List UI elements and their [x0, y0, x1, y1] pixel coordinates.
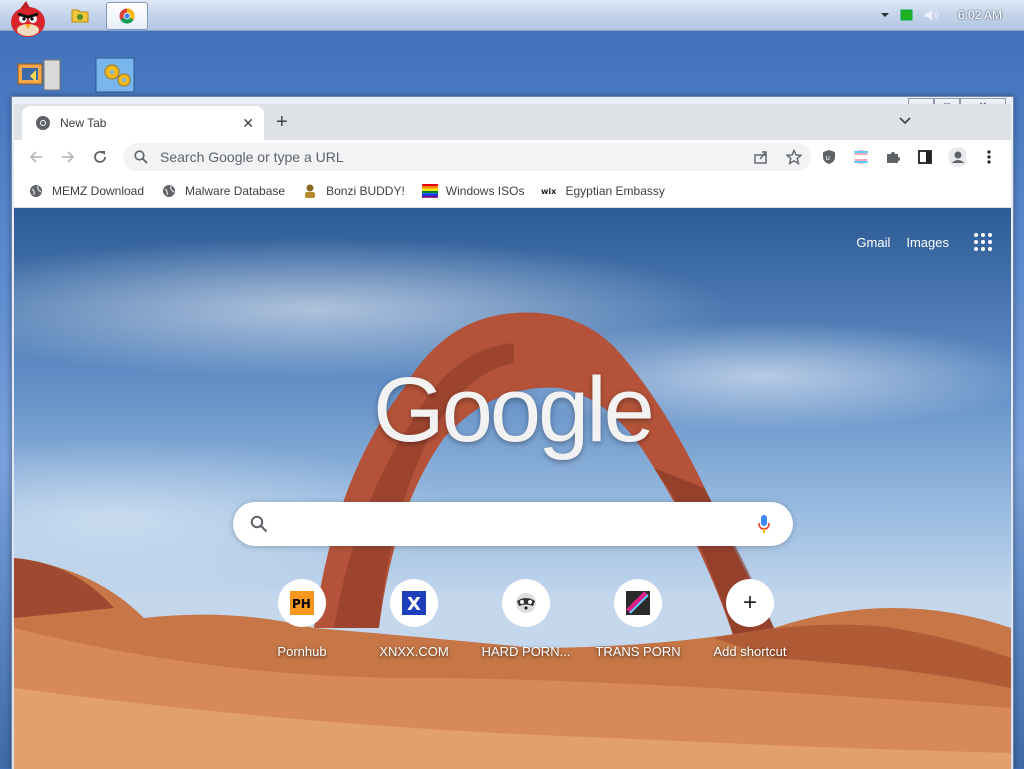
reload-icon[interactable] — [88, 145, 112, 169]
pornhub-icon: PH — [278, 579, 326, 627]
shortcut-add[interactable]: + Add shortcut — [694, 579, 806, 659]
images-link[interactable]: Images — [906, 235, 949, 250]
start-button-angry-bird-icon[interactable] — [4, 0, 50, 40]
omnibox[interactable] — [123, 143, 811, 171]
trans-porn-icon — [614, 579, 662, 627]
globe-icon — [28, 183, 44, 199]
back-arrow-icon[interactable] — [24, 145, 48, 169]
bonzi-icon — [302, 183, 318, 199]
computer-monitor-icon[interactable] — [16, 54, 64, 98]
bookmark-memz-download[interactable]: MEMZ Download — [28, 183, 144, 199]
volume-icon[interactable] — [924, 8, 940, 22]
chrome-icon — [36, 116, 50, 130]
tab-close-icon[interactable]: ✕ — [242, 115, 254, 132]
bookmark-egyptian-embassy[interactable]: wix Egyptian Embassy — [541, 183, 664, 199]
svg-text:X: X — [407, 594, 421, 615]
new-tab-page: Gmail Images Google PH Pornhub X XNXX.CO… — [14, 208, 1011, 769]
tab-search-chevron-icon[interactable] — [899, 114, 911, 128]
xnxx-icon: X — [390, 579, 438, 627]
svg-text:u: u — [826, 154, 830, 162]
share-icon[interactable] — [752, 148, 770, 166]
search-input[interactable] — [282, 514, 746, 534]
shortcut-pornhub[interactable]: PH Pornhub — [246, 579, 358, 659]
battery-icon[interactable] — [900, 9, 914, 21]
background-arch-image — [14, 312, 1011, 769]
menu-kebab-icon[interactable] — [980, 148, 998, 166]
search-icon — [134, 150, 148, 164]
ublock-shield-icon[interactable]: u — [820, 148, 838, 166]
top-right-links: Gmail Images — [840, 232, 993, 252]
taskbar-chrome-button[interactable] — [106, 2, 148, 30]
bookmark-star-icon[interactable] — [785, 148, 803, 166]
tab-new-tab[interactable]: New Tab ✕ — [22, 106, 264, 140]
globe-icon — [161, 183, 177, 199]
side-panel-icon[interactable] — [916, 148, 934, 166]
bookmark-bonzi-buddy[interactable]: Bonzi BUDDY! — [302, 183, 405, 199]
new-tab-button[interactable]: + — [276, 112, 288, 132]
system-tray: 6:02 AM — [870, 0, 1024, 30]
bookmark-windows-isos[interactable]: Windows ISOs — [421, 183, 524, 199]
shortcut-xnxx[interactable]: X XNXX.COM — [358, 579, 470, 659]
windows-flag-icon — [421, 183, 438, 199]
profile-avatar-icon[interactable] — [948, 147, 966, 167]
svg-text:wix: wix — [541, 187, 557, 196]
forward-arrow-icon[interactable] — [56, 145, 80, 169]
control-panel-icon[interactable] — [94, 54, 142, 98]
google-logo: Google — [373, 359, 655, 461]
tab-strip: New Tab ✕ + — [14, 104, 1011, 140]
taskbar-explorer-button[interactable] — [60, 2, 100, 28]
browser-toolbar: u — [14, 140, 1011, 174]
shortcut-trans-porn[interactable]: TRANS PORN — [582, 579, 694, 659]
search-box[interactable] — [233, 502, 793, 546]
plus-icon: + — [726, 579, 774, 627]
taskbar: 6:02 AM — [0, 0, 1024, 37]
shortcuts: PH Pornhub X XNXX.COM HARD PORN... TRANS… — [246, 579, 806, 659]
chrome-window: ─ □ ✕ New Tab ✕ + — [11, 96, 1014, 769]
extensions-puzzle-icon[interactable] — [884, 148, 902, 166]
folder-icon — [71, 9, 89, 23]
wix-icon: wix — [541, 183, 557, 199]
microphone-icon[interactable] — [757, 514, 771, 534]
svg-text:PH: PH — [292, 597, 311, 611]
shortcut-hard-porn[interactable]: HARD PORN... — [470, 579, 582, 659]
omnibox-input[interactable] — [158, 148, 722, 166]
tab-title: New Tab — [60, 116, 107, 130]
search-icon — [250, 515, 268, 533]
chrome-icon — [119, 8, 135, 24]
extension-flag-icon[interactable] — [852, 148, 870, 166]
raccoon-mask-icon — [502, 579, 550, 627]
chevron-up-icon[interactable] — [880, 12, 890, 18]
clock[interactable]: 6:02 AM — [958, 8, 1002, 22]
gmail-link[interactable]: Gmail — [856, 235, 890, 250]
bookmarks-bar: MEMZ Download Malware Database Bonzi BUD… — [14, 174, 1011, 208]
bookmark-malware-database[interactable]: Malware Database — [161, 183, 285, 199]
google-apps-grid-icon[interactable] — [973, 232, 993, 252]
